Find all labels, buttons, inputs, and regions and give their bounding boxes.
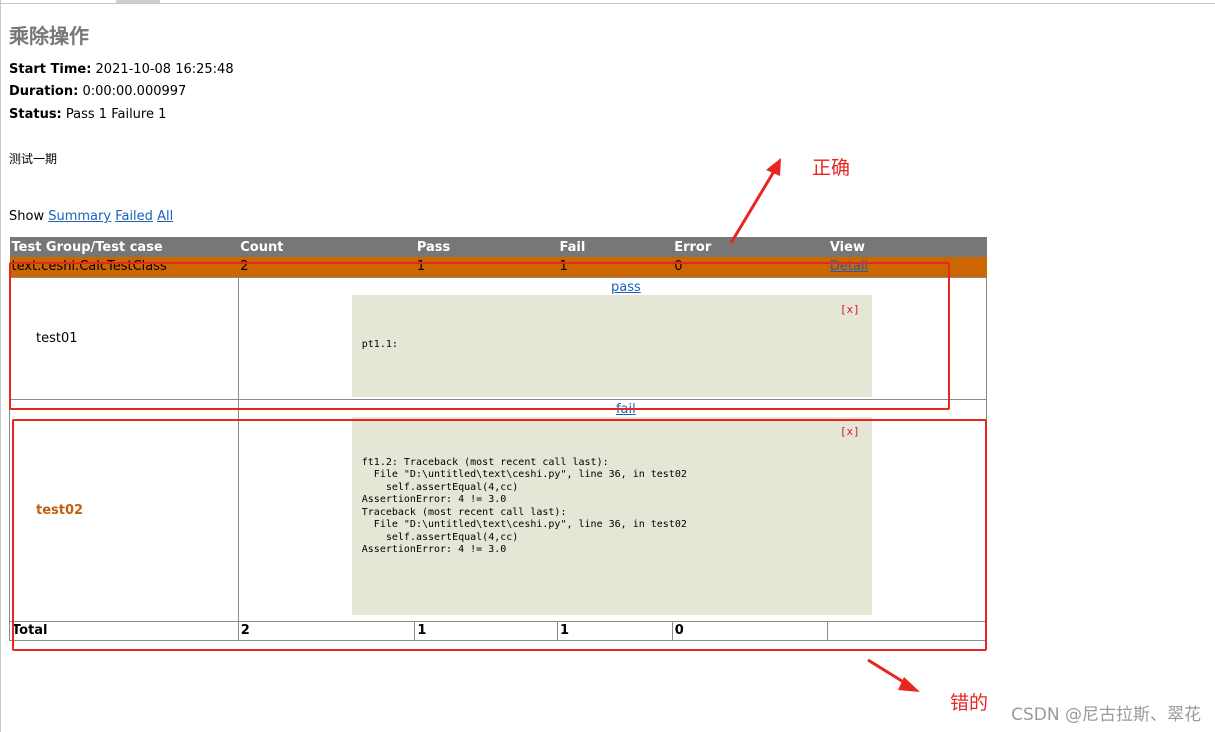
watermark: CSDN @尼古拉斯、翠花 [1011,705,1201,725]
annotation-correct: 正确 [812,157,851,179]
annotation-wrong: 错的 [950,692,989,714]
arrow-down-icon [867,658,920,692]
arrow-up-icon [729,158,781,244]
annotation-arrows [729,158,920,692]
